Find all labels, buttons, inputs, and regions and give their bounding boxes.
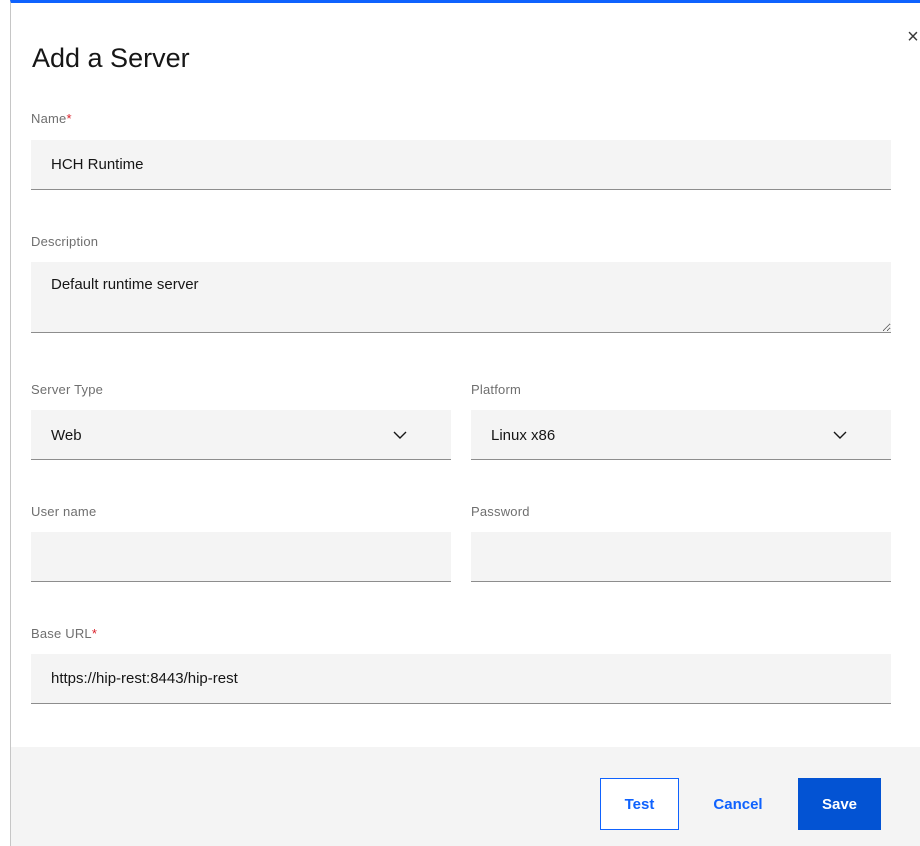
base-url-required-mark: * [91,626,98,641]
platform-select[interactable]: Linux x86 [471,410,891,460]
test-button[interactable]: Test [600,778,679,830]
name-required-mark: * [66,111,72,126]
name-label: Name* [31,111,72,126]
dialog-footer: Test Cancel Save [11,747,920,846]
close-icon[interactable]: × [904,27,920,47]
name-label-text: Name [31,111,67,126]
server-type-select[interactable]: Web [31,410,451,460]
server-type-value: Web [51,427,82,444]
username-label: User name [31,504,97,519]
description-label: Description [31,234,99,249]
add-server-dialog: Add a Server × Name* Description Default… [10,0,920,846]
dialog-title: Add a Server [32,43,190,73]
password-input[interactable] [471,532,891,582]
base-url-label: Base URL* [31,626,97,641]
chevron-down-icon [393,431,407,439]
name-input[interactable] [31,140,891,190]
server-type-label: Server Type [31,382,104,397]
save-button[interactable]: Save [798,778,881,830]
platform-label: Platform [471,382,522,397]
base-url-label-text: Base URL [31,626,92,641]
password-label: Password [471,504,530,519]
chevron-down-icon [833,431,847,439]
username-input[interactable] [31,532,451,582]
platform-value: Linux x86 [491,427,556,444]
base-url-input[interactable] [31,654,891,704]
description-textarea[interactable]: Default runtime server [31,262,891,333]
cancel-button[interactable]: Cancel [697,778,779,830]
